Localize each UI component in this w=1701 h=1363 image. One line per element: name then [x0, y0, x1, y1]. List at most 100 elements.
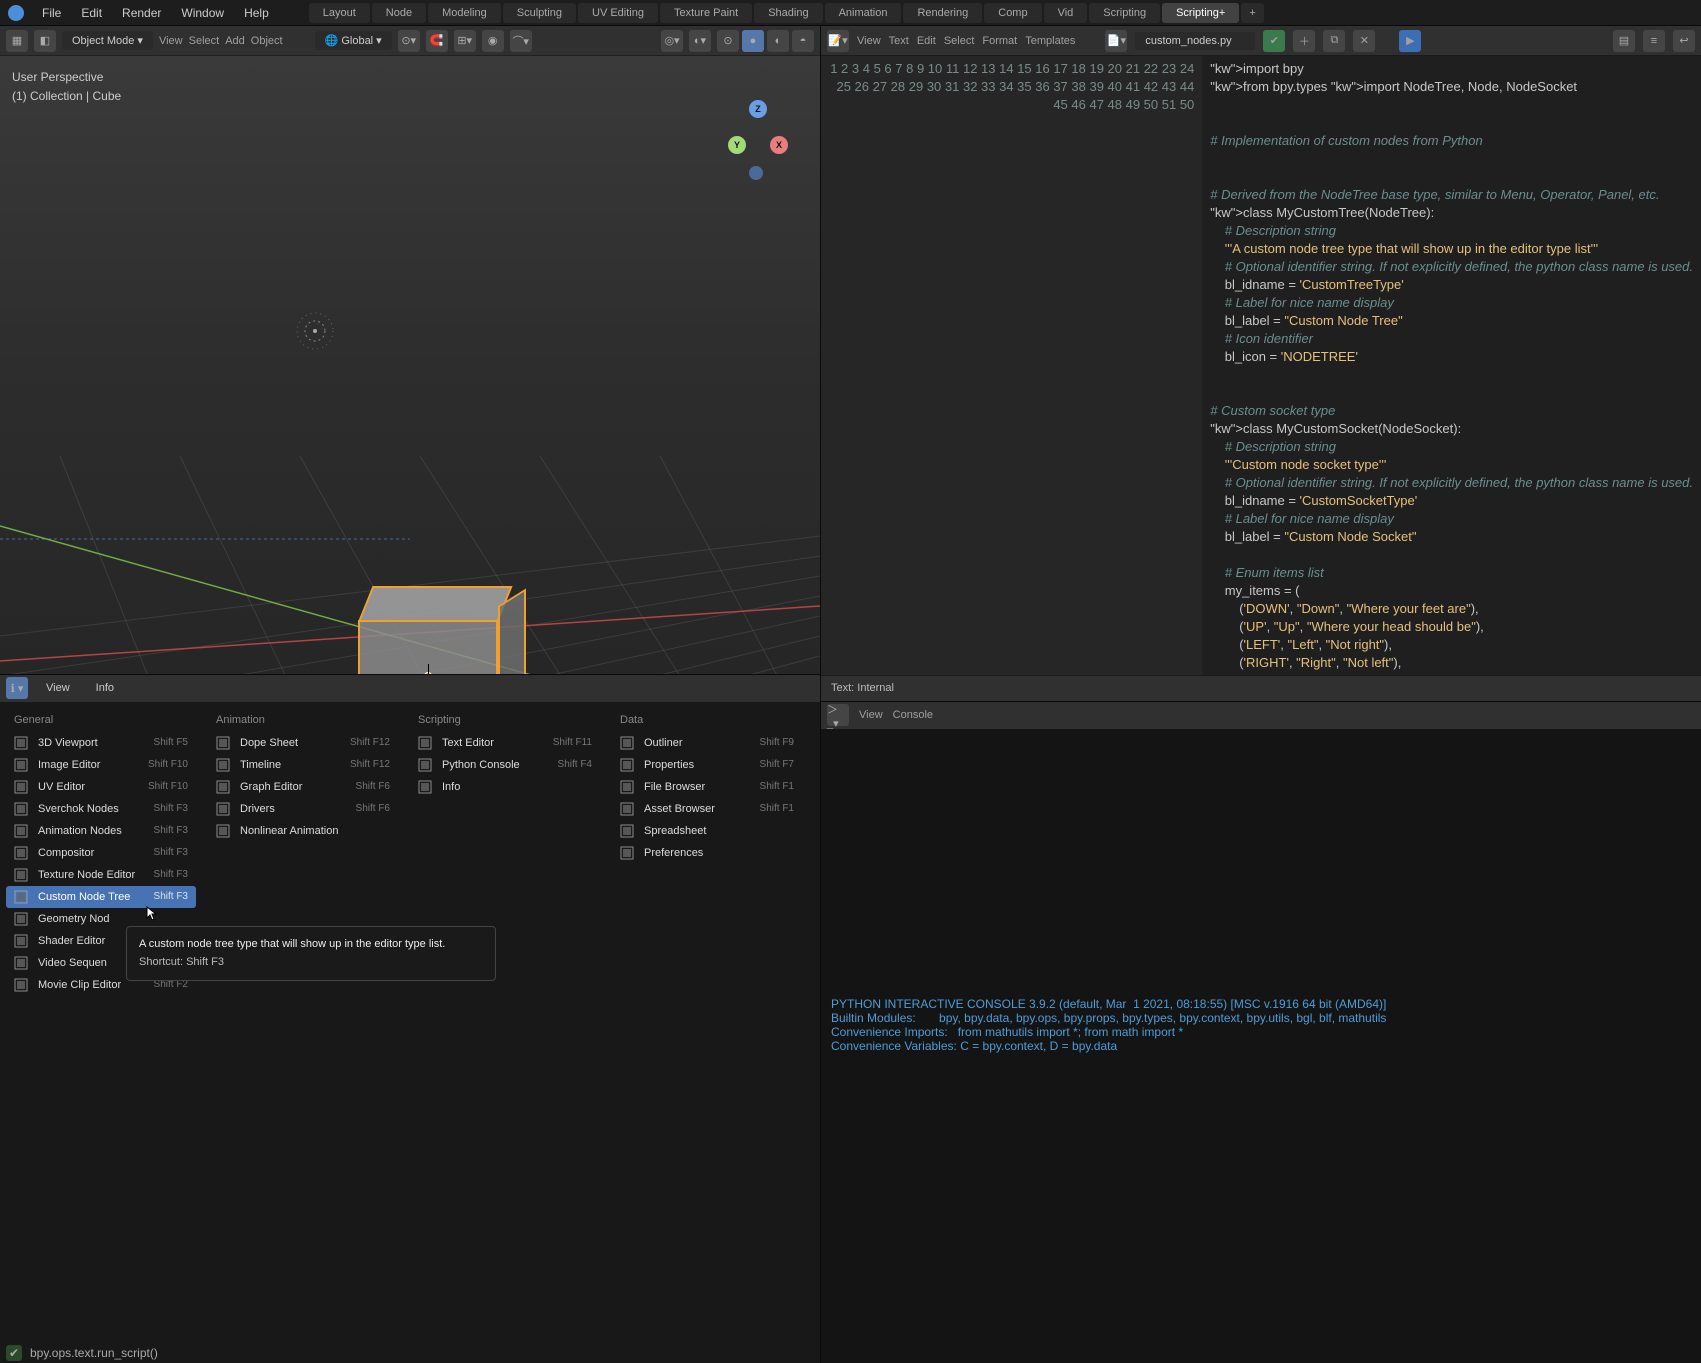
editor-type-item-spreadsheet[interactable]: Spreadsheet [612, 820, 802, 842]
viewport-menu-add[interactable]: Add [225, 35, 245, 47]
workspace-tab-texture-paint[interactable]: Texture Paint [660, 3, 752, 23]
code-content[interactable]: "kw">import bpy "kw">from bpy.types "kw"… [1202, 56, 1701, 675]
text-menu-format[interactable]: Format [982, 35, 1017, 47]
text-editor-type-icon[interactable]: 📝▾ [827, 30, 849, 52]
menu-file[interactable]: File [32, 2, 71, 24]
editor-type-item-timeline[interactable]: TimelineShift F12 [208, 754, 398, 776]
editor-type-item-file-browser[interactable]: File BrowserShift F1 [612, 776, 802, 798]
snap-icon[interactable]: 🧲 [426, 30, 448, 52]
editor-type-item-text-editor[interactable]: Text EditorShift F11 [410, 732, 600, 754]
editor-type-item-compositor[interactable]: CompositorShift F3 [6, 842, 196, 864]
console-menu-console[interactable]: Console [893, 709, 933, 721]
workspace-tab-comp[interactable]: Comp [984, 3, 1041, 23]
editor-type-item-texture-node-editor[interactable]: Texture Node EditorShift F3 [6, 864, 196, 886]
console-editor-type-icon[interactable]: ＞_▾ [827, 704, 849, 726]
menu-window[interactable]: Window [171, 2, 234, 24]
snap-mode-icon[interactable]: ⊞▾ [454, 30, 476, 52]
menu-help[interactable]: Help [234, 2, 279, 24]
popup-column-header: Scripting [410, 706, 600, 732]
editor-type-item-shortcut: Shift F4 [558, 759, 592, 770]
workspace-tab-shading[interactable]: Shading [754, 3, 822, 23]
viewport-menu-view[interactable]: View [159, 35, 183, 47]
workspace-tab-vid[interactable]: Vid [1044, 3, 1088, 23]
wrap-icon[interactable]: ↩ [1673, 30, 1695, 52]
workspace-tab-rendering[interactable]: Rendering [903, 3, 982, 23]
editor-type-item-preferences[interactable]: Preferences [612, 842, 802, 864]
text-menu-select[interactable]: Select [944, 35, 975, 47]
text-menu-text[interactable]: Text [889, 35, 909, 47]
add-workspace-tab[interactable]: + [1241, 3, 1263, 23]
blender-logo-icon[interactable] [8, 5, 24, 21]
editor-type-item-dope-sheet[interactable]: Dope SheetShift F12 [208, 732, 398, 754]
workspace-tab-uv-editing[interactable]: UV Editing [578, 3, 658, 23]
editor-type-item-label: Info [442, 781, 460, 793]
menu-edit[interactable]: Edit [71, 2, 112, 24]
editor-type-item-asset-browser[interactable]: Asset BrowserShift F1 [612, 798, 802, 820]
viewport-menu-object[interactable]: Object [251, 35, 283, 47]
editor-type-button[interactable]: ℹ ▾ [6, 677, 28, 699]
workspace-tab-node[interactable]: Node [372, 3, 426, 23]
editor-type-item-image-editor[interactable]: Image EditorShift F10 [6, 754, 196, 776]
syntax-toggle-icon[interactable]: ▤ [1613, 30, 1635, 52]
editor-type-item-info[interactable]: Info [410, 776, 600, 798]
editor-type-item-icon [620, 780, 636, 794]
workspace-tab-animation[interactable]: Animation [825, 3, 902, 23]
editor-type-icon[interactable]: ▦ [6, 30, 28, 52]
info-menu-view[interactable]: View [38, 679, 78, 697]
editor-type-item-animation-nodes[interactable]: Animation NodesShift F3 [6, 820, 196, 842]
editor-type-item-outliner[interactable]: OutlinerShift F9 [612, 732, 802, 754]
unlink-text-icon[interactable]: ✕ [1353, 30, 1375, 52]
3d-viewport[interactable]: User Perspective (1) Collection | Cube Z… [0, 56, 820, 674]
proportional-icon[interactable]: ◉ [482, 30, 504, 52]
gizmo-visibility-icon[interactable]: ◎▾ [661, 30, 683, 52]
info-menu-info[interactable]: Info [88, 679, 122, 697]
viewport-menu-select[interactable]: Select [189, 35, 220, 47]
matprev-shading-icon[interactable]: ◐ [767, 30, 789, 52]
editor-type-item-shortcut: Shift F5 [154, 737, 188, 748]
overlay-icon[interactable]: ◐▾ [689, 30, 711, 52]
workspace-tab-modeling[interactable]: Modeling [428, 3, 501, 23]
editor-type-item-drivers[interactable]: DriversShift F6 [208, 798, 398, 820]
editor-type-item-label: Animation Nodes [38, 825, 122, 837]
workspace-tab-sculpting[interactable]: Sculpting [503, 3, 576, 23]
menu-render[interactable]: Render [112, 2, 171, 24]
workspace-tab-scripting-[interactable]: Scripting+ [1162, 3, 1239, 23]
object-mode-selector[interactable]: Object Mode ▾ [62, 31, 153, 50]
editor-type-item-shortcut: Shift F6 [356, 803, 390, 814]
text-menu-edit[interactable]: Edit [917, 35, 936, 47]
line-numbers-icon[interactable]: ≡ [1643, 30, 1665, 52]
light-object-icon[interactable] [290, 306, 340, 356]
solid-shading-icon[interactable]: ● [742, 30, 764, 52]
editor-type-item-uv-editor[interactable]: UV EditorShift F10 [6, 776, 196, 798]
new-text-icon[interactable]: ＋ [1293, 30, 1315, 52]
mode-icon[interactable]: ◧ [34, 30, 56, 52]
workspace-tabs: LayoutNodeModelingSculptingUV EditingTex… [309, 3, 1264, 23]
pivot-icon[interactable]: ⊙▾ [398, 30, 420, 52]
register-toggle-icon[interactable]: ✔ [1263, 30, 1285, 52]
text-editor-area[interactable]: 1 2 3 4 5 6 7 8 9 10 11 12 13 14 15 16 1… [821, 56, 1701, 675]
editor-type-item-custom-node-tree[interactable]: Custom Node TreeShift F3 [6, 886, 196, 908]
open-text-icon[interactable]: ⧉ [1323, 30, 1345, 52]
text-menu-templates[interactable]: Templates [1025, 35, 1075, 47]
transform-orientation[interactable]: 🌐 Global ▾ [315, 31, 392, 50]
editor-type-item-graph-editor[interactable]: Graph EditorShift F6 [208, 776, 398, 798]
rendered-shading-icon[interactable]: ◓ [792, 30, 814, 52]
proportional-mode-icon[interactable]: ⌒▾ [510, 30, 532, 52]
cube-object[interactable] [340, 586, 520, 674]
editor-type-item-3d-viewport[interactable]: 3D ViewportShift F5 [6, 732, 196, 754]
workspace-tab-layout[interactable]: Layout [309, 3, 370, 23]
run-script-button[interactable]: ▶ [1399, 30, 1421, 52]
wireframe-shading-icon[interactable]: ⊙ [717, 30, 739, 52]
editor-type-item-icon [14, 802, 30, 816]
console-menu-view[interactable]: View [859, 709, 883, 721]
editor-type-item-sverchok-nodes[interactable]: Sverchok NodesShift F3 [6, 798, 196, 820]
python-console[interactable]: PYTHON INTERACTIVE CONSOLE 3.9.2 (defaul… [821, 729, 1701, 1363]
editor-type-item-shortcut: Shift F7 [760, 759, 794, 770]
text-datablock-icon[interactable]: 📄▾ [1105, 30, 1127, 52]
text-filename-field[interactable]: custom_nodes.py [1135, 32, 1255, 50]
editor-type-item-python-console[interactable]: Python ConsoleShift F4 [410, 754, 600, 776]
text-menu-view[interactable]: View [857, 35, 881, 47]
editor-type-item-properties[interactable]: PropertiesShift F7 [612, 754, 802, 776]
editor-type-item-nonlinear-animation[interactable]: Nonlinear Animation [208, 820, 398, 842]
workspace-tab-scripting[interactable]: Scripting [1089, 3, 1160, 23]
